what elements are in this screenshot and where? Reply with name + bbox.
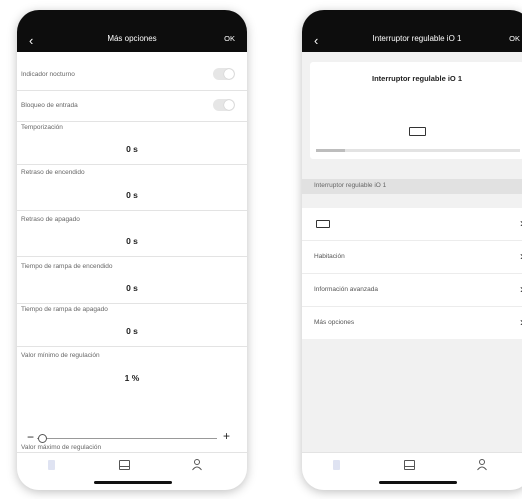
device-card-title: Interruptor regulable iO 1 (371, 74, 462, 83)
list-item-room[interactable]: Habitación › (302, 241, 522, 274)
min-dim-value: 1 % (124, 373, 140, 383)
top-bar: ‹ Más opciones OK (17, 10, 247, 52)
device-name-field[interactable]: Interruptor regulable iO 1 (302, 179, 522, 194)
min-dim-label: Valor mínimo de regulación (21, 352, 100, 359)
divider (17, 121, 247, 122)
night-indicator-label: Indicador nocturno (21, 71, 75, 78)
input-lock-label: Bloqueo de entrada (21, 102, 78, 109)
list-item-label: Habitación (314, 253, 345, 260)
phone-screen-more-options: ‹ Más opciones OK Indicador nocturno Blo… (17, 10, 247, 490)
phone-screen-device: ‹ Interruptor regulable iO 1 OK Interrup… (302, 10, 522, 490)
device-card[interactable]: Interruptor regulable iO 1 (310, 62, 522, 159)
divider (17, 90, 247, 91)
options-list: › Habitación › Información avanzada › Má… (302, 208, 522, 339)
profile-icon[interactable] (191, 458, 203, 471)
home-indicator (379, 481, 457, 484)
list-item-label: Más opciones (314, 319, 355, 326)
off-delay-label: Retraso de apagado (21, 216, 80, 223)
top-bar: ‹ Interruptor regulable iO 1 OK (302, 10, 522, 52)
divider (17, 164, 247, 165)
dimmer-switch-icon (316, 220, 330, 228)
on-delay-value[interactable]: 0 s (17, 190, 247, 200)
slider-decrease-button[interactable]: − (27, 430, 34, 444)
divider (17, 346, 247, 347)
tab-bar (17, 452, 247, 490)
settings-list: Indicador nocturno Bloqueo de entrada Te… (17, 52, 247, 452)
rooms-icon[interactable] (119, 460, 130, 470)
list-item-device-icon[interactable]: › (302, 208, 522, 241)
device-name-value: Interruptor regulable iO 1 (314, 182, 387, 189)
on-delay-label: Retraso de encendido (21, 169, 85, 176)
divider (17, 256, 247, 257)
list-item-more-options[interactable]: Más opciones › (302, 307, 522, 339)
input-lock-toggle[interactable] (213, 99, 235, 111)
page-title: Más opciones (107, 34, 157, 43)
ramp-off-label: Tiempo de rampa de apagado (21, 306, 108, 313)
ramp-on-label: Tiempo de rampa de encendido (21, 263, 113, 270)
slider-increase-button[interactable]: + (223, 429, 230, 443)
device-progress-fill (316, 149, 345, 152)
devices-icon[interactable] (48, 460, 55, 470)
off-delay-value[interactable]: 0 s (17, 236, 247, 246)
slider-handle[interactable] (38, 434, 47, 443)
slider-track[interactable] (37, 438, 217, 439)
page-title: Interruptor regulable iO 1 (372, 34, 462, 43)
home-indicator (94, 481, 172, 484)
divider (17, 303, 247, 304)
dimmer-switch-icon (409, 127, 426, 136)
divider (17, 210, 247, 211)
tab-bar (302, 452, 522, 490)
ok-button[interactable]: OK (509, 34, 520, 43)
ok-button[interactable]: OK (224, 34, 235, 43)
ramp-on-value[interactable]: 0 s (17, 283, 247, 293)
rooms-icon[interactable] (404, 460, 415, 470)
profile-icon[interactable] (476, 458, 488, 471)
night-indicator-toggle[interactable] (213, 68, 235, 80)
list-item-advanced-info[interactable]: Información avanzada › (302, 274, 522, 307)
list-item-label: Información avanzada (314, 286, 378, 293)
device-progress-bar (316, 149, 520, 152)
timer-value[interactable]: 0 s (17, 144, 247, 154)
ramp-off-value[interactable]: 0 s (17, 326, 247, 336)
max-dim-label: Valor máximo de regulación (21, 444, 102, 451)
timer-label: Temporización (21, 124, 63, 131)
devices-icon[interactable] (333, 460, 340, 470)
